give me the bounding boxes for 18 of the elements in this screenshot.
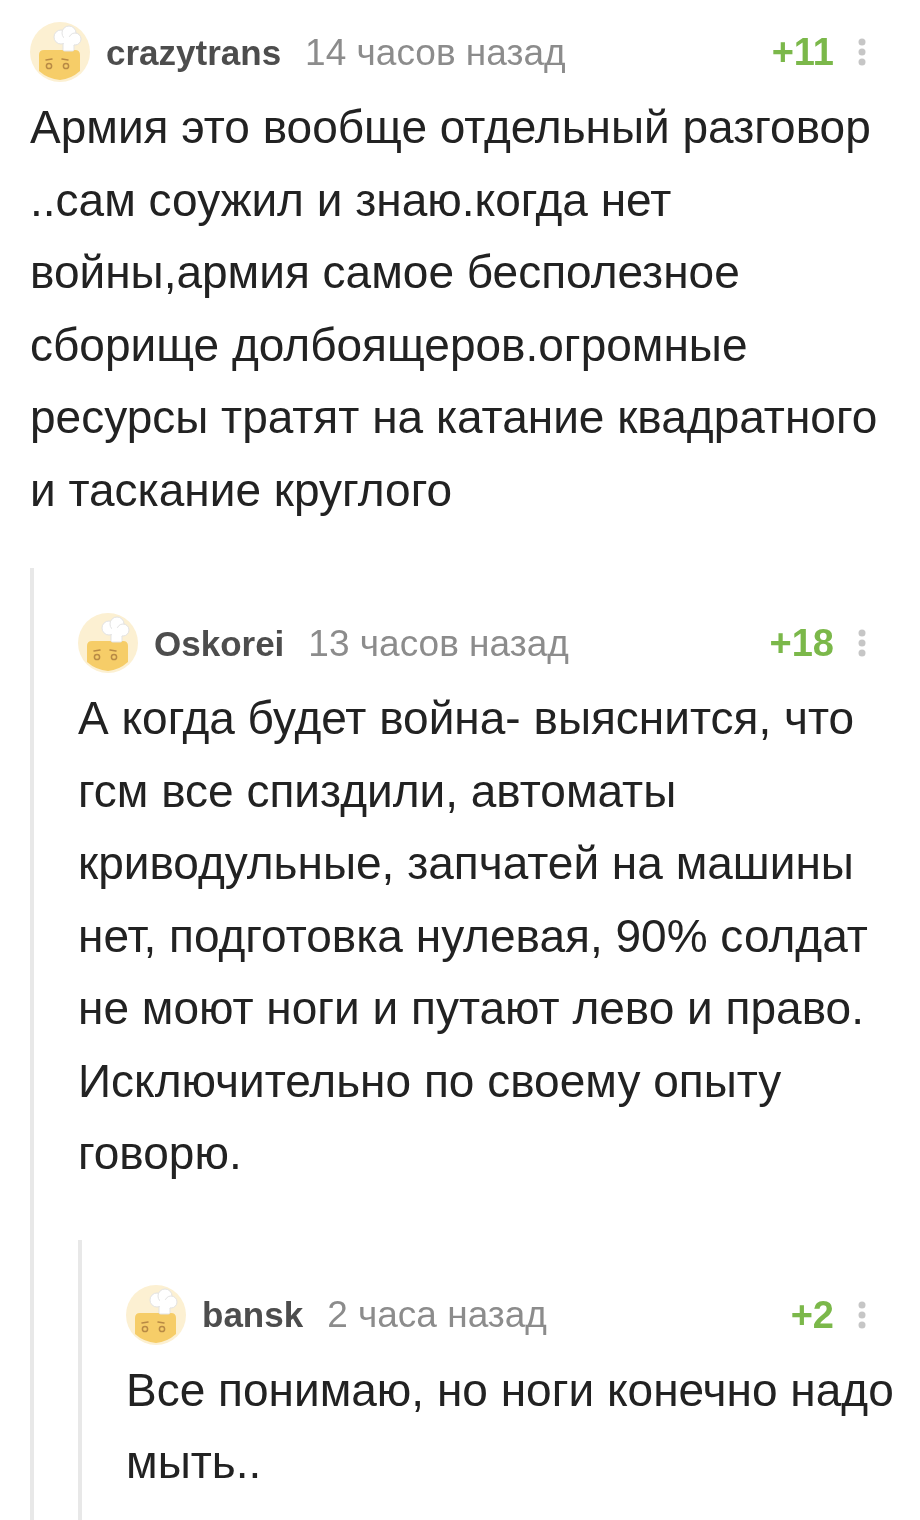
rating: +18: [769, 624, 834, 662]
avatar-icon[interactable]: [30, 22, 90, 82]
username[interactable]: crazytrans: [106, 34, 282, 70]
rating: +11: [771, 33, 834, 71]
more-icon[interactable]: [858, 1300, 866, 1329]
username[interactable]: bansk: [202, 1297, 304, 1332]
comment-text: Армия это вообще отдельный разговор ..сам соужил и знаю.когда нет войны,армия самое бесполезное сборище долбоящеров.огромные ресурсы тратят на катание квадратного и таскание круглого: [30, 100, 879, 518]
comment-time: 2 часа назад: [327, 1296, 547, 1333]
comment-text: А когда будет война- выяснится, что гсм все спиздили, автоматы криводульные, запчатей на машины нет, подготовка нулевая, 90% солдат не моют ноги и путают лево и право. Исключительно по своему опыту говорю.: [78, 691, 869, 1181]
avatar-icon[interactable]: [78, 613, 138, 673]
more-icon[interactable]: [858, 38, 866, 66]
username[interactable]: Oskorei: [154, 625, 285, 661]
rating: +2: [790, 1295, 834, 1334]
comment-text: Все понимаю, но ноги конечно надо мыть..: [126, 1362, 894, 1490]
comment-time: 14 часов назад: [305, 33, 566, 71]
more-icon[interactable]: [858, 629, 866, 657]
comment-time: 13 часов назад: [308, 624, 569, 662]
avatar-icon[interactable]: [126, 1284, 186, 1345]
